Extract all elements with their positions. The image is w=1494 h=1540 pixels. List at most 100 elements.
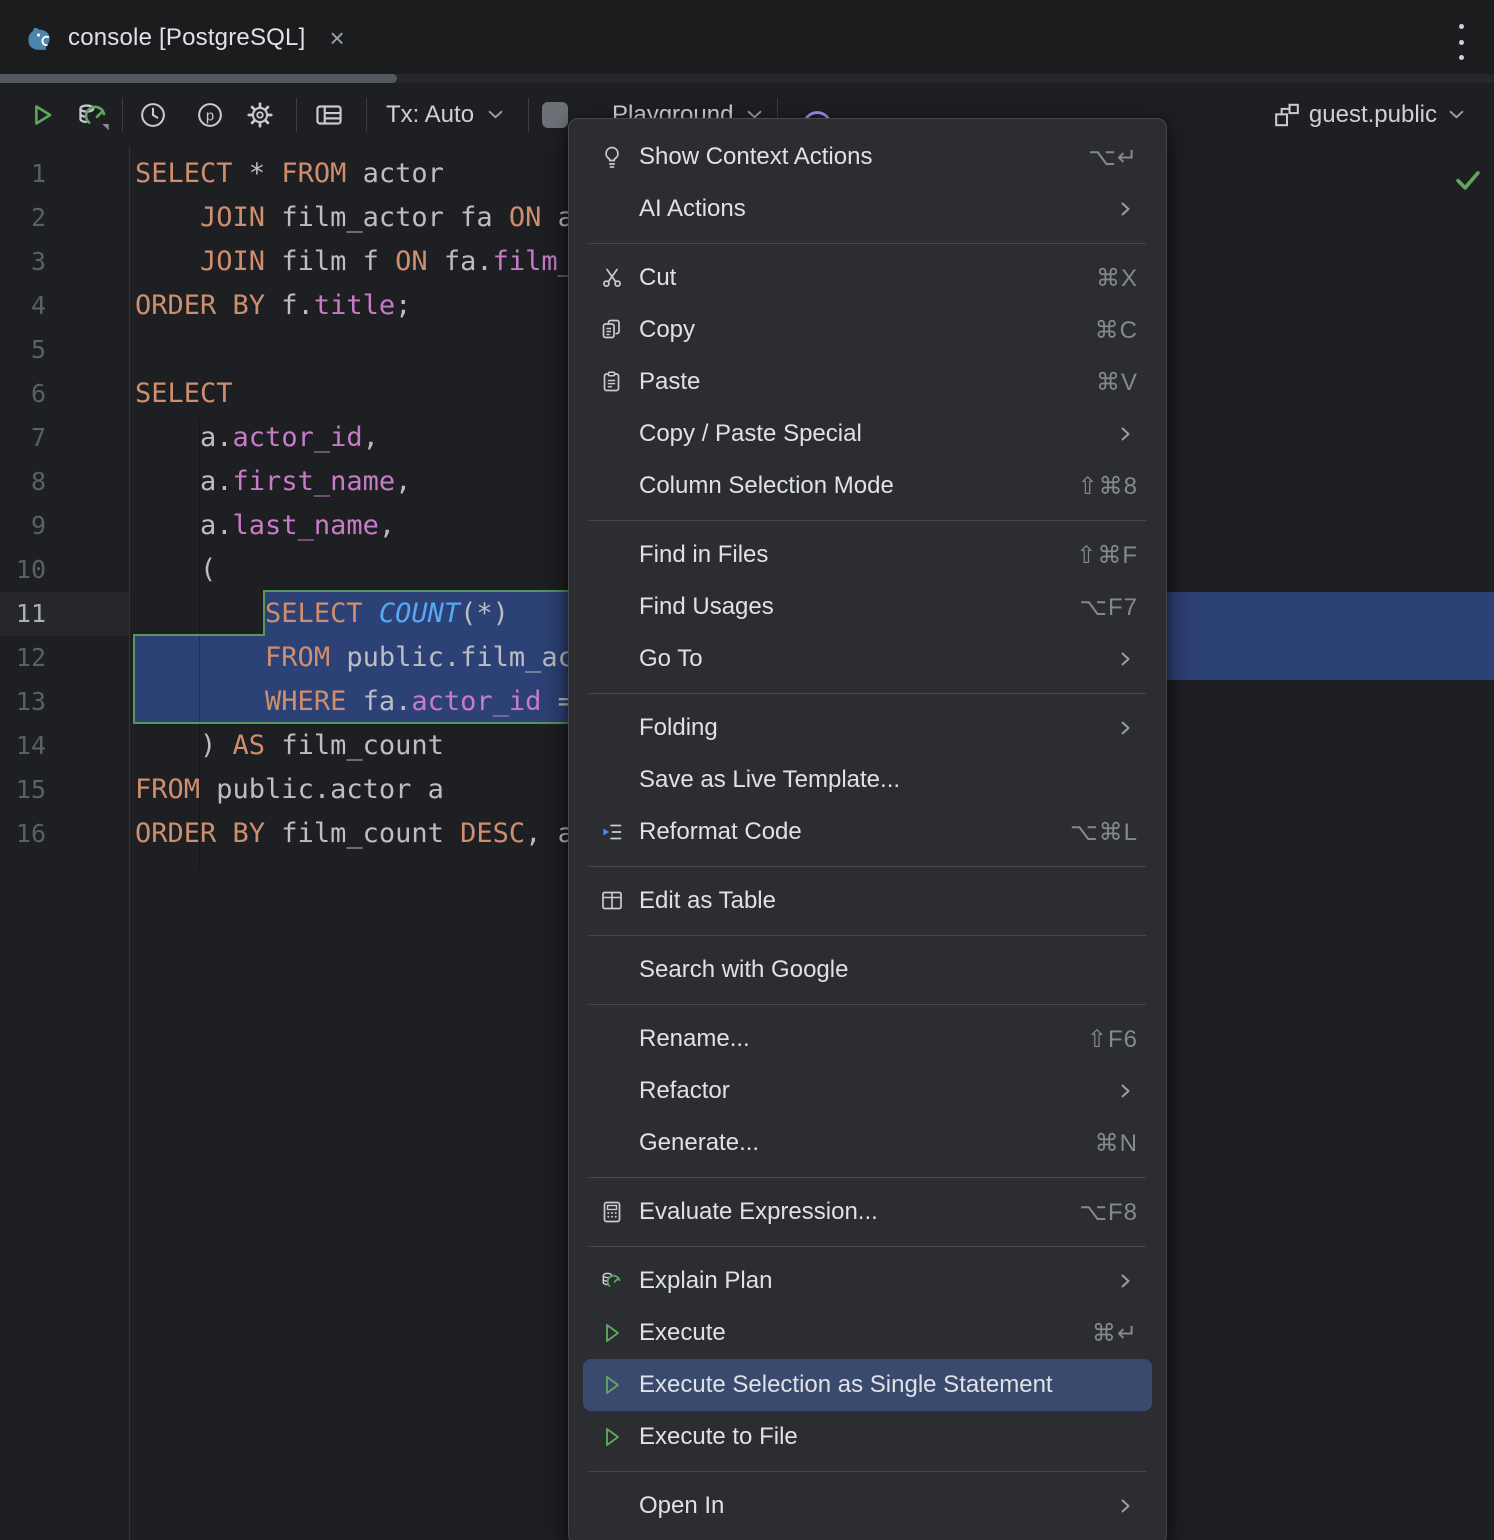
menu-item-label: Column Selection Mode (639, 472, 894, 500)
menu-item-label: Edit as Table (639, 887, 776, 915)
lightbulb-icon (599, 144, 625, 170)
tab-close-icon[interactable]: × (329, 25, 344, 51)
tx-mode-selector[interactable]: Tx: Auto (386, 83, 503, 146)
settings-gear-icon[interactable] (240, 83, 280, 146)
menu-item-copy-paste-special[interactable]: Copy / Paste Special (583, 408, 1152, 460)
code-line-14: ) AS film_count (135, 724, 444, 768)
menu-separator (589, 693, 1146, 694)
menu-item-generate[interactable]: Generate...⌘N (583, 1117, 1152, 1169)
code-line-4: ORDER BY f.title; (135, 284, 411, 328)
menu-item-find-in-files[interactable]: Find in Files⇧⌘F (583, 529, 1152, 581)
menu-separator (589, 243, 1146, 244)
toolbar-separator (122, 98, 123, 132)
parameters-button[interactable]: p (190, 83, 230, 146)
menu-item-shortcut: ⇧⌘8 (1078, 472, 1138, 501)
menu-item-cut[interactable]: Cut ⌘X (583, 252, 1152, 304)
menu-item-open-in[interactable]: Open In (583, 1480, 1152, 1532)
menu-item-label: Refactor (639, 1077, 730, 1105)
run-icon (599, 1372, 625, 1398)
menu-item-shortcut: ⌥⌘L (1070, 818, 1138, 847)
toolbar-separator (528, 98, 529, 132)
explain-plan-button[interactable] (70, 83, 114, 146)
code-line-13: WHERE fa.actor_id = (135, 680, 590, 724)
reformat-icon (599, 819, 625, 845)
menu-item-copy[interactable]: Copy⌘C (583, 304, 1152, 356)
submenu-chevron-icon (1114, 1270, 1136, 1292)
menu-item-shortcut: ⌘V (1096, 368, 1138, 397)
menu-separator (589, 1177, 1146, 1178)
paste-icon (599, 369, 625, 395)
line-number: 13 (0, 680, 46, 724)
postgresql-icon (24, 23, 54, 53)
calculator-icon (599, 1199, 625, 1225)
code-line-12: FROM public.film_act (135, 636, 590, 680)
menu-item-label: Cut (639, 264, 676, 292)
schema-switcher[interactable]: guest.public (1273, 83, 1464, 146)
menu-item-label: Show Context Actions (639, 143, 872, 171)
menu-item-execute[interactable]: Execute⌘↵ (583, 1307, 1152, 1359)
toolbar-separator (296, 98, 297, 132)
menu-item-label: Folding (639, 714, 718, 742)
menu-item-label: Generate... (639, 1129, 759, 1157)
code-line-9: a.last_name, (135, 504, 395, 548)
stop-button[interactable] (540, 83, 570, 146)
line-number: 6 (0, 372, 46, 416)
line-number: 2 (0, 196, 46, 240)
menu-item-label: Save as Live Template... (639, 766, 900, 794)
more-options-kebab-icon[interactable] (1456, 24, 1466, 60)
menu-item-shortcut: ⌘C (1095, 316, 1138, 345)
menu-item-label: Copy / Paste Special (639, 420, 862, 448)
code-line-2: JOIN film_actor fa ON ac (135, 196, 590, 240)
menu-item-refactor[interactable]: Refactor (583, 1065, 1152, 1117)
menu-item-search-with-google[interactable]: Search with Google (583, 944, 1152, 996)
menu-item-find-usages[interactable]: Find Usages⌥F7 (583, 581, 1152, 633)
menu-item-shortcut: ⌘X (1096, 264, 1138, 293)
line-number: 12 (0, 636, 46, 680)
menu-item-ai-actions[interactable]: AI Actions (583, 183, 1152, 235)
tab-scrollbar-thumb[interactable] (0, 74, 397, 83)
menu-item-column-selection-mode[interactable]: Column Selection Mode ⇧⌘8 (583, 460, 1152, 512)
menu-item-label: Explain Plan (639, 1267, 772, 1295)
inspection-ok-check-icon (1451, 163, 1485, 197)
in-editor-results-toggle[interactable] (308, 83, 350, 146)
run-button[interactable] (24, 83, 60, 146)
code-line-16: ORDER BY film_count DESC, a. (135, 812, 590, 856)
tab-bar: console [PostgreSQL] × (0, 0, 1494, 74)
menu-item-execute-selection-as-single-statement[interactable]: Execute Selection as Single Statement (583, 1359, 1152, 1411)
submenu-chevron-icon (1114, 1495, 1136, 1517)
menu-separator (589, 1471, 1146, 1472)
menu-item-execute-to-file[interactable]: Execute to File (583, 1411, 1152, 1463)
menu-item-explain-plan[interactable]: Explain Plan (583, 1255, 1152, 1307)
menu-item-go-to[interactable]: Go To (583, 633, 1152, 685)
menu-item-show-context-actions[interactable]: Show Context Actions⌥↵ (583, 131, 1152, 183)
toolbar-separator (366, 98, 367, 132)
menu-item-evaluate-expression[interactable]: Evaluate Expression...⌥F8 (583, 1186, 1152, 1238)
menu-item-label: AI Actions (639, 195, 746, 223)
menu-separator (589, 1004, 1146, 1005)
menu-item-paste[interactable]: Paste⌘V (583, 356, 1152, 408)
tab-console-postgresql[interactable]: console [PostgreSQL] × (14, 10, 355, 66)
line-number: 3 (0, 240, 46, 284)
run-icon (599, 1320, 625, 1346)
menu-item-reformat-code[interactable]: Reformat Code⌥⌘L (583, 806, 1152, 858)
menu-item-edit-as-table[interactable]: Edit as Table (583, 875, 1152, 927)
ide-window: console [PostgreSQL] × p (0, 0, 1494, 1540)
code-line-15: FROM public.actor a (135, 768, 444, 812)
code-line-6: SELECT (135, 372, 233, 416)
menu-item-rename[interactable]: Rename...⇧F6 (583, 1013, 1152, 1065)
line-number: 5 (0, 328, 46, 372)
menu-item-folding[interactable]: Folding (583, 702, 1152, 754)
line-number: 10 (0, 548, 46, 592)
table-icon (599, 888, 625, 914)
menu-item-label: Search with Google (639, 956, 848, 984)
history-button[interactable] (133, 83, 173, 146)
menu-item-shortcut: ⌥F8 (1079, 1198, 1138, 1227)
menu-item-shortcut: ⌘↵ (1092, 1319, 1138, 1348)
line-number: 15 (0, 768, 46, 812)
chevron-down-icon (1449, 110, 1464, 119)
copy-icon (599, 317, 625, 343)
menu-separator (589, 520, 1146, 521)
tx-mode-label: Tx: Auto (386, 101, 474, 129)
explain-icon (599, 1268, 625, 1294)
menu-item-save-as-live-template[interactable]: Save as Live Template... (583, 754, 1152, 806)
